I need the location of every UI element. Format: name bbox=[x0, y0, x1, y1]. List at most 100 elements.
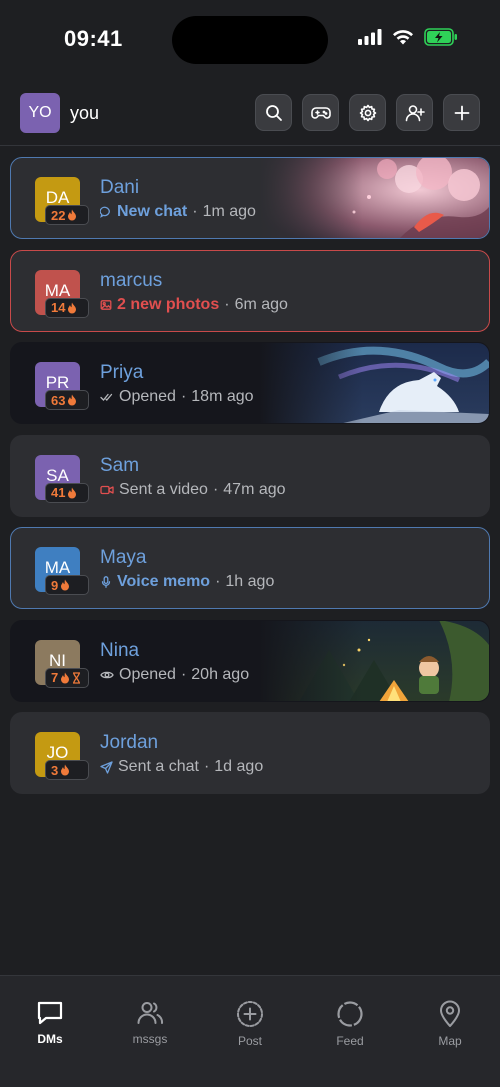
streak-count: 41 bbox=[51, 485, 66, 500]
flame-icon bbox=[68, 487, 77, 498]
plus-icon bbox=[454, 105, 469, 120]
add-friend-button[interactable] bbox=[396, 94, 433, 131]
chat-time-ago: 18m ago bbox=[191, 388, 254, 405]
flame-icon bbox=[61, 579, 70, 591]
status-bar: 09:41 bbox=[0, 0, 500, 82]
chat-bubble-icon bbox=[37, 1001, 63, 1025]
chat-status: Opened bbox=[119, 388, 176, 405]
double-check-icon bbox=[100, 391, 114, 403]
chat-status-line: 2 new photos · 6m ago bbox=[100, 296, 288, 314]
tab-post[interactable]: Post bbox=[200, 1000, 300, 1048]
streak-badge: 41 bbox=[45, 482, 89, 503]
streak-count: 14 bbox=[51, 300, 66, 315]
streak-count: 3 bbox=[51, 762, 59, 778]
chat-time-ago: 6m ago bbox=[234, 295, 288, 313]
wifi-icon bbox=[393, 30, 413, 45]
separator-dot: · bbox=[180, 665, 187, 683]
chat-row[interactable]: DA 22 Dani New chat · 1m ago bbox=[10, 157, 490, 239]
chat-status-line: Opened · 18m ago bbox=[100, 388, 254, 406]
send-icon bbox=[100, 760, 113, 774]
chat-status-line: Sent a video · 47m ago bbox=[100, 481, 286, 499]
map-pin-icon bbox=[440, 1000, 460, 1027]
search-icon bbox=[265, 104, 282, 121]
photo-icon bbox=[100, 299, 112, 311]
status-icons bbox=[358, 28, 458, 46]
separator-dot: · bbox=[192, 203, 198, 220]
streak-badge: 14 bbox=[45, 297, 89, 318]
chat-bubble-icon bbox=[100, 206, 112, 218]
separator-dot: · bbox=[224, 295, 230, 313]
flame-icon bbox=[61, 764, 70, 776]
header-actions bbox=[255, 94, 480, 131]
tab-label: Feed bbox=[336, 1034, 364, 1048]
flame-icon bbox=[61, 672, 70, 683]
chat-row[interactable]: NI 7 Nina Opened · 20h ago bbox=[10, 619, 490, 702]
chat-row[interactable]: MA 14 marcus 2 new photos · 6m ago bbox=[10, 249, 490, 332]
microphone-icon bbox=[100, 576, 112, 588]
separator-dot: · bbox=[180, 388, 187, 405]
tab-feed[interactable]: Feed bbox=[300, 1000, 400, 1048]
chat-row[interactable]: MA 9 Maya Voice memo · 1h ago bbox=[10, 527, 490, 609]
video-icon bbox=[100, 484, 114, 496]
streak-badge: 22 bbox=[45, 205, 89, 225]
battery-icon bbox=[424, 28, 457, 46]
cherry-blossom-art bbox=[259, 158, 489, 238]
chat-row[interactable]: JO 3 Jordan Sent a chat · 1d ago bbox=[10, 712, 490, 794]
tab-label: Post bbox=[237, 1034, 262, 1048]
contact-name: Maya bbox=[100, 547, 147, 568]
chat-time-ago: 1d ago bbox=[214, 758, 264, 775]
chat-status: New chat bbox=[117, 203, 188, 220]
tab-map[interactable]: Map bbox=[400, 1000, 500, 1048]
flame-icon bbox=[68, 394, 77, 406]
streak-badge: 3 bbox=[45, 760, 89, 780]
chat-row[interactable]: PR 63 Priya Opened · 18m ago bbox=[10, 342, 490, 424]
chat-row[interactable]: SA 41 Sam Sent a video · 47m ago bbox=[10, 434, 490, 517]
chat-status: Sent a chat bbox=[118, 758, 199, 775]
streak-count: 9 bbox=[51, 577, 59, 593]
contact-name: Sam bbox=[100, 454, 140, 476]
settings-button[interactable] bbox=[349, 94, 386, 131]
eye-icon bbox=[100, 669, 114, 681]
streak-count: 63 bbox=[51, 392, 66, 408]
my-avatar[interactable]: YO bbox=[20, 93, 60, 133]
signal-icon bbox=[358, 29, 382, 45]
chat-status: Voice memo bbox=[117, 573, 211, 590]
chat-status: Opened bbox=[119, 665, 176, 683]
chat-status-line: Opened · 20h ago bbox=[100, 666, 249, 684]
tab-bar: DMs mssgs Post Feed Map bbox=[0, 975, 500, 1087]
chat-time-ago: 1m ago bbox=[202, 203, 256, 220]
chat-status-line: Voice memo · 1h ago bbox=[100, 573, 274, 591]
streak-count: 22 bbox=[51, 207, 66, 223]
chat-time-ago: 47m ago bbox=[223, 480, 286, 498]
add-friend-icon bbox=[405, 104, 425, 121]
tab-dms[interactable]: DMs bbox=[0, 1000, 100, 1046]
status-time: 09:41 bbox=[64, 26, 123, 51]
streak-badge: 9 bbox=[45, 575, 89, 595]
chat-status-line: New chat · 1m ago bbox=[100, 203, 256, 221]
contact-name: Priya bbox=[100, 362, 144, 383]
chat-time-ago: 1h ago bbox=[225, 573, 275, 590]
streak-badge: 63 bbox=[45, 390, 89, 410]
chat-status-line: Sent a chat · 1d ago bbox=[100, 758, 263, 776]
separator-dot: · bbox=[215, 573, 221, 590]
flame-icon bbox=[68, 302, 77, 313]
dynamic-island bbox=[172, 16, 328, 64]
gamepad-icon bbox=[310, 106, 331, 119]
tab-mssgs[interactable]: mssgs bbox=[100, 1000, 200, 1046]
tab-label: Map bbox=[438, 1034, 462, 1048]
search-button[interactable] bbox=[255, 94, 292, 131]
chat-status: 2 new photos bbox=[117, 295, 220, 313]
streak-badge: 7 bbox=[45, 667, 89, 688]
wolf-aurora-art bbox=[259, 343, 489, 423]
circle-icon bbox=[337, 1001, 363, 1027]
contact-name: marcus bbox=[100, 269, 163, 291]
new-chat-button[interactable] bbox=[443, 94, 480, 131]
games-button[interactable] bbox=[302, 94, 339, 131]
contact-name: Dani bbox=[100, 177, 140, 198]
my-username[interactable]: you bbox=[70, 103, 99, 124]
separator-dot: · bbox=[203, 758, 210, 775]
flame-icon bbox=[68, 209, 77, 221]
app-header: YO you bbox=[0, 82, 500, 146]
chat-time-ago: 20h ago bbox=[191, 665, 250, 683]
campfire-art bbox=[259, 620, 489, 701]
